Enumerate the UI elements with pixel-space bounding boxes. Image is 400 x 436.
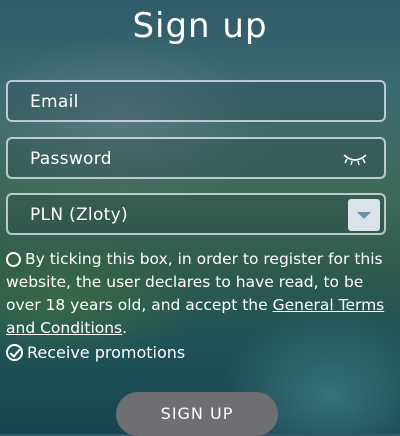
chevron-down-icon[interactable]	[348, 199, 380, 231]
consent-checkbox[interactable]	[6, 252, 21, 267]
promotions-row: Receive promotions	[6, 342, 185, 364]
signup-button[interactable]: SIGN UP	[116, 392, 278, 436]
promotions-checkbox[interactable]	[6, 344, 23, 361]
password-field[interactable]: Password	[6, 137, 386, 179]
email-placeholder: Email	[30, 92, 79, 112]
currency-selected-value: PLN (Zloty)	[30, 205, 128, 225]
page-title: Sign up	[132, 6, 268, 46]
consent-end: .	[122, 319, 128, 337]
eye-closed-icon[interactable]	[342, 151, 368, 167]
currency-select[interactable]: PLN (Zloty)	[6, 193, 386, 235]
password-placeholder: Password	[30, 149, 112, 169]
consent-checkbox-row: By ticking this box, in order to registe…	[6, 248, 394, 340]
email-field[interactable]: Email	[6, 80, 386, 122]
promotions-label: Receive promotions	[27, 343, 186, 362]
